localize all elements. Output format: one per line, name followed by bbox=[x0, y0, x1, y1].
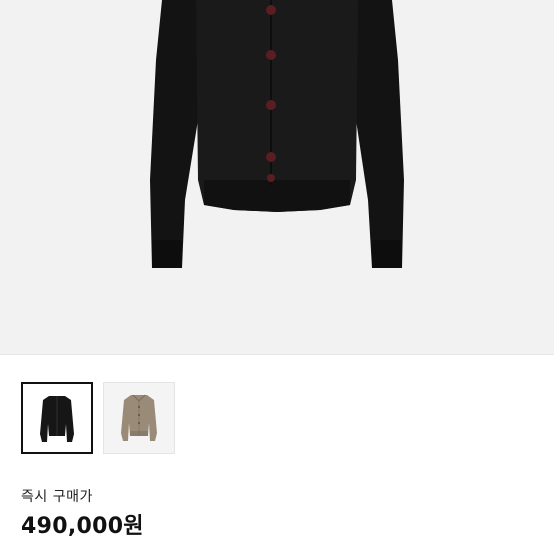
instant-purchase-label: 즉시 구매가 bbox=[21, 489, 93, 505]
thumbnail-beige-cardigan[interactable] bbox=[103, 382, 175, 454]
price-value: 490,000원 bbox=[21, 514, 144, 539]
product-main-image bbox=[0, 0, 554, 354]
image-divider bbox=[0, 354, 554, 355]
thumbnail-black-cardigan[interactable] bbox=[21, 382, 93, 454]
